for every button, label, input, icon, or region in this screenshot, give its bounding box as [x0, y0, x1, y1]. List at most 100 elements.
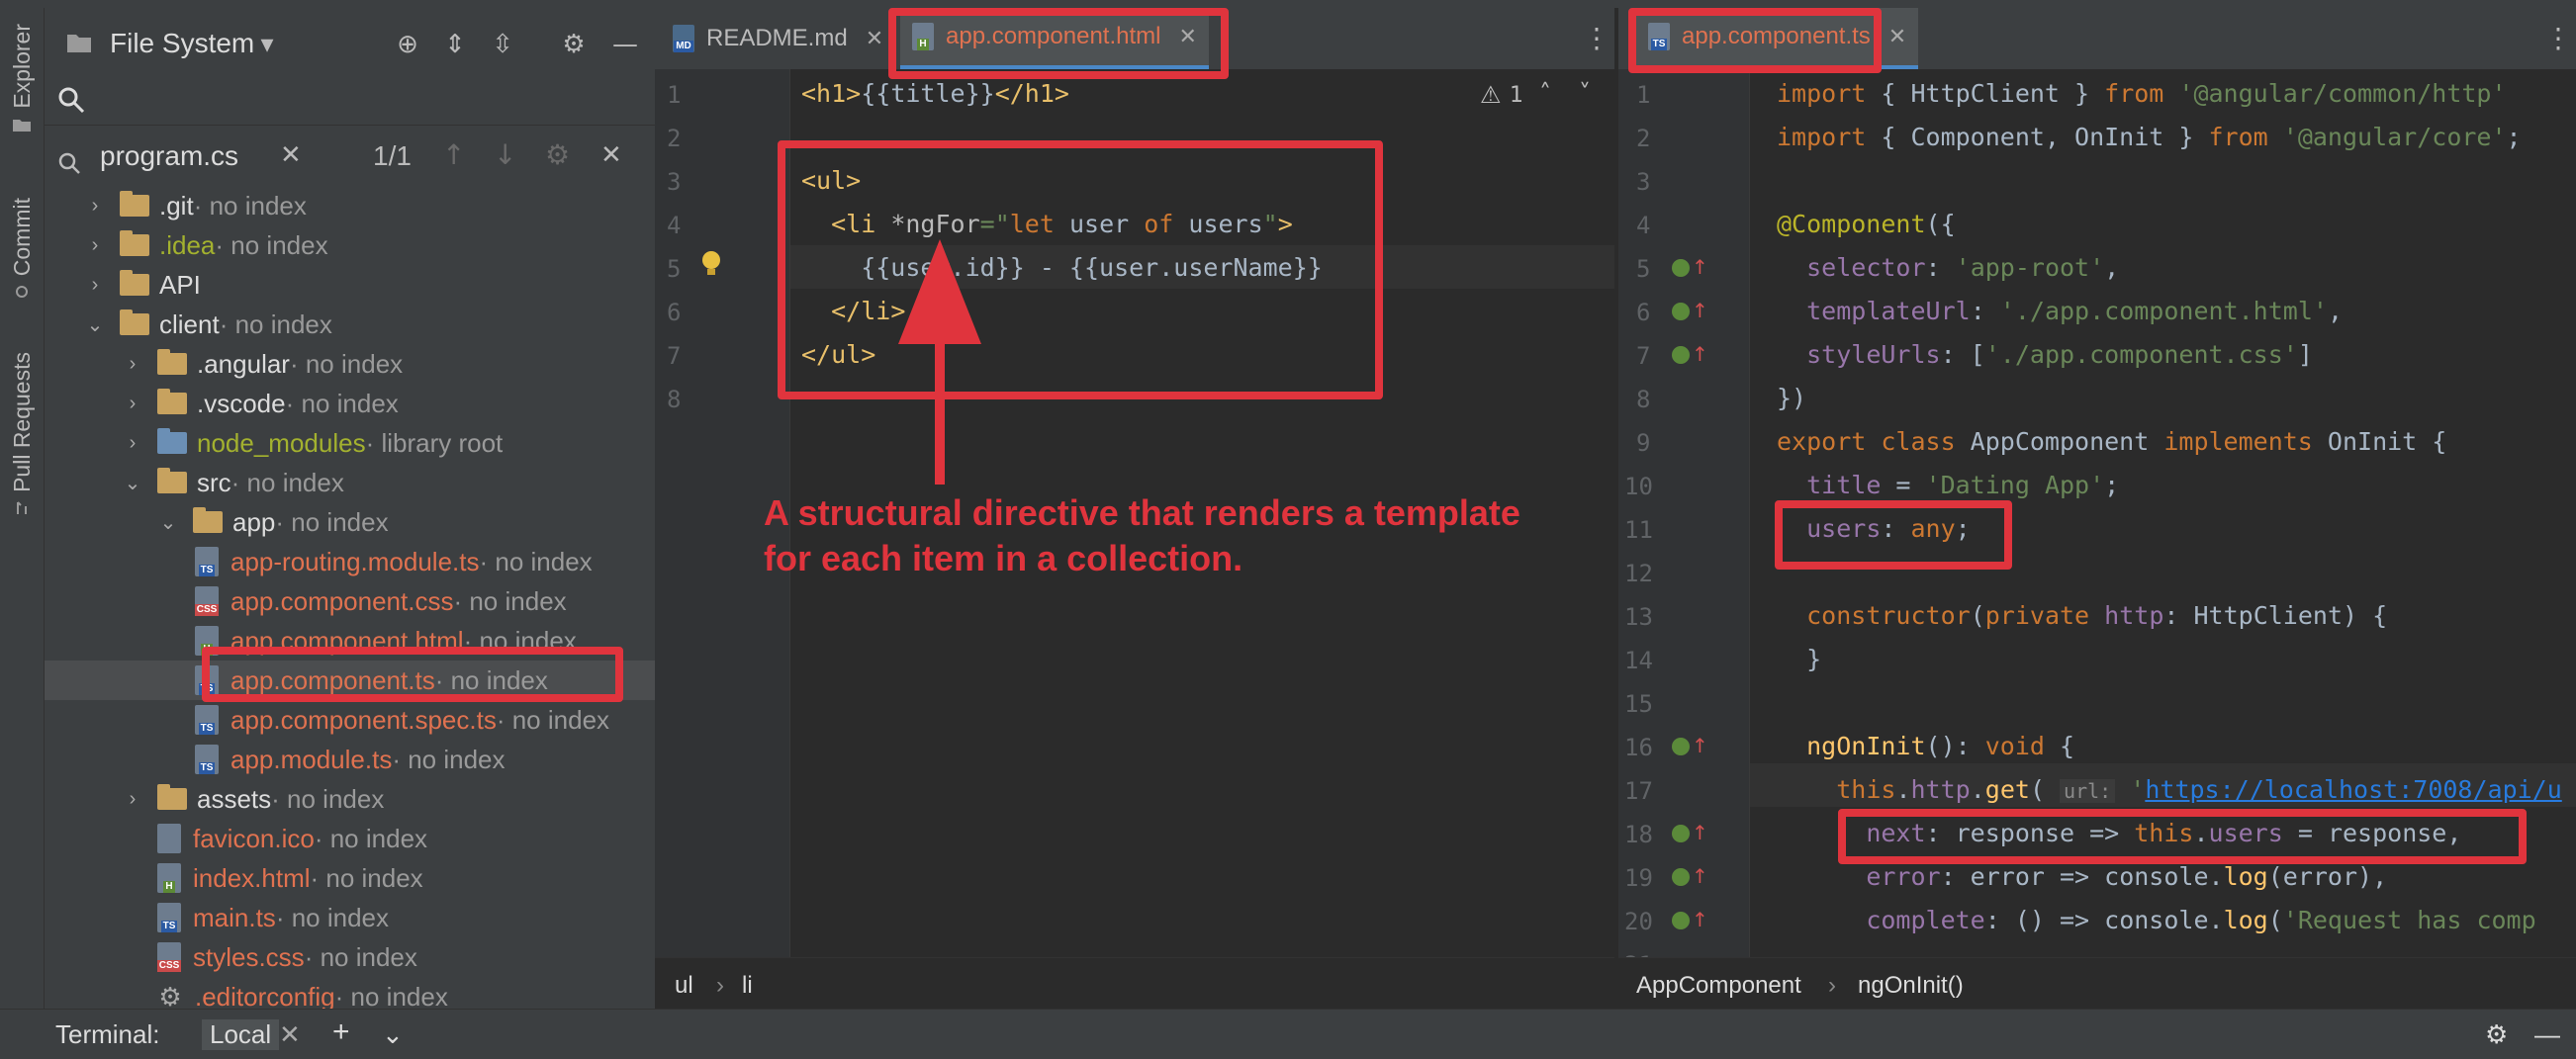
h-file-icon: H — [157, 863, 181, 893]
tree-item-label: app.component.css — [230, 585, 454, 616]
implements-marker-icon[interactable] — [1672, 303, 1690, 320]
clear-find-icon[interactable]: ✕ — [280, 140, 302, 170]
tree-item-note: · no index — [289, 348, 404, 379]
pull-requests-tab-label: Pull Requests — [8, 352, 35, 492]
tree-item[interactable]: ⌄ app · no index — [45, 502, 655, 542]
ts-line-2: import { Component, OnInit } from '@angu… — [1777, 123, 2522, 151]
search-icon — [58, 87, 85, 114]
tab-readme[interactable]: MD README.md ✕ — [673, 8, 883, 69]
chevron-down-icon[interactable]: ˅ — [1579, 79, 1591, 107]
more-tabs-icon[interactable]: ⋮ — [1583, 22, 1610, 54]
override-arrow-icon: ↑ — [1692, 255, 1708, 279]
close-tab-icon[interactable]: ✕ — [1888, 24, 1906, 49]
highlight-tree-file — [202, 647, 623, 702]
chevron-right-icon[interactable]: › — [84, 234, 106, 256]
annotation-text: A structural directive that renders a te… — [764, 490, 1614, 581]
annotation-arrow — [898, 239, 981, 485]
implements-marker-icon[interactable] — [1672, 868, 1690, 886]
tree-item[interactable]: › assets · no index — [45, 779, 655, 819]
tree-item[interactable]: › .git · no index — [45, 186, 655, 225]
locate-file-icon[interactable]: ⊕ — [391, 28, 424, 61]
ts-line-8: }) — [1777, 384, 1807, 412]
tree-item[interactable]: TS main.ts · no index — [45, 898, 655, 937]
gear-icon[interactable]: ⚙ — [2485, 1019, 2508, 1050]
implements-marker-icon[interactable] — [1672, 825, 1690, 842]
tree-item[interactable]: › node_modules · library root — [45, 423, 655, 463]
breadcrumb-li[interactable]: li — [742, 972, 753, 1000]
terminal-tab-local[interactable]: Local — [202, 1019, 280, 1050]
ts-file-icon: TS — [195, 547, 219, 576]
close-terminal-tab-icon[interactable]: ✕ — [279, 1019, 301, 1050]
tree-item[interactable]: favicon.ico · no index — [45, 819, 655, 858]
line-number: 4 — [1636, 212, 1651, 239]
tree-item[interactable]: Hindex.html · no index — [45, 858, 655, 898]
line-number: 17 — [1624, 777, 1653, 805]
chevron-down-icon[interactable]: ⌄ — [84, 313, 106, 336]
chevron-down-icon[interactable]: ⌄ — [382, 1019, 404, 1050]
tree-item-note: · no index — [334, 981, 448, 1012]
tree-item[interactable]: ⌄ src · no index — [45, 463, 655, 502]
chevron-right-icon[interactable]: › — [122, 393, 143, 414]
line-number: 15 — [1624, 690, 1653, 718]
chevron-right-icon[interactable]: › — [84, 274, 106, 296]
more-tabs-icon[interactable]: ⋮ — [2544, 22, 2572, 54]
implements-marker-icon[interactable] — [1672, 912, 1690, 929]
folder-icon — [120, 270, 149, 296]
chevron-down-icon[interactable]: ⌄ — [157, 511, 179, 534]
minimize-icon[interactable]: — — [608, 28, 642, 61]
tree-item[interactable]: ⌄ client · no index — [45, 305, 655, 344]
implements-marker-icon[interactable] — [1672, 738, 1690, 755]
breadcrumb-method[interactable]: ngOnInit() — [1858, 972, 1964, 1000]
tree-item[interactable]: › .angular · no index — [45, 344, 655, 384]
commit-tool-tab[interactable]: Commit — [0, 198, 44, 300]
explorer-tool-tab[interactable]: Explorer — [0, 24, 44, 132]
override-arrow-icon: ↑ — [1692, 342, 1708, 366]
chevron-right-icon[interactable]: › — [122, 353, 143, 375]
breadcrumb-class[interactable]: AppComponent — [1636, 972, 1801, 1000]
add-terminal-icon[interactable]: + — [332, 1015, 350, 1049]
warning-icon[interactable]: ⚠ — [1480, 81, 1502, 109]
close-tab-icon[interactable]: ✕ — [866, 26, 883, 51]
gear-icon[interactable]: ⚙ — [557, 28, 591, 61]
css-file-icon: CSS — [194, 586, 220, 616]
collapse-all-icon[interactable]: ⇳ — [486, 28, 519, 61]
next-match-icon[interactable]: ↓ — [494, 138, 516, 171]
tree-item[interactable]: TS app.module.ts · no index — [45, 740, 655, 779]
tree-item-label: .vscode — [197, 388, 286, 418]
implements-marker-icon[interactable] — [1672, 259, 1690, 277]
tree-item[interactable]: CSS app.component.css · no index — [45, 581, 655, 621]
chevron-down-icon[interactable]: ▾ — [250, 28, 284, 61]
tree-item[interactable]: TS app.component.spec.ts · no index — [45, 700, 655, 740]
tree-item[interactable]: › .idea · no index — [45, 225, 655, 265]
tree-item-note: · library root — [365, 427, 504, 458]
close-find-icon[interactable]: ✕ — [600, 140, 622, 170]
tree-item-note: · no index — [219, 309, 332, 339]
breadcrumb-ul[interactable]: ul — [675, 972, 693, 1000]
find-query-text[interactable]: program.cs — [100, 140, 238, 172]
tree-item-label: .angular — [197, 348, 290, 379]
tree-item[interactable]: › .vscode · no index — [45, 384, 655, 423]
line-number: 8 — [1636, 386, 1651, 413]
tree-item[interactable]: TS app-routing.module.ts · no index — [45, 542, 655, 581]
terminal-bar: Terminal: Local ✕ + ⌄ ⚙ — — [0, 1009, 2576, 1059]
chevron-down-icon[interactable]: ⌄ — [122, 472, 143, 494]
chevron-up-icon[interactable]: ˄ — [1539, 79, 1551, 107]
chevron-right-icon[interactable]: › — [122, 432, 143, 454]
tree-item-label: main.ts — [193, 902, 276, 932]
project-view-title[interactable]: File System — [110, 28, 254, 59]
lightbulb-icon[interactable] — [698, 249, 724, 279]
chevron-right-icon[interactable]: › — [122, 788, 143, 810]
pull-requests-tool-tab[interactable]: Pull Requests — [0, 352, 44, 516]
project-panel: File System ▾ ⊕ ⇕ ⇳ ⚙ — program.cs ✕ 1/1… — [45, 8, 655, 1012]
expand-all-icon[interactable]: ⇕ — [438, 28, 472, 61]
breadcrumb-separator: › — [716, 972, 724, 999]
tree-item[interactable]: › API — [45, 265, 655, 305]
search-row[interactable] — [45, 73, 655, 126]
chevron-right-icon[interactable]: › — [84, 195, 106, 217]
implements-marker-icon[interactable] — [1672, 346, 1690, 364]
minimize-icon[interactable]: — — [2534, 1019, 2560, 1050]
tree-item[interactable]: CSS styles.css · no index — [45, 937, 655, 977]
project-header: File System ▾ ⊕ ⇕ ⇳ ⚙ — — [45, 8, 655, 63]
previous-match-icon[interactable]: ↑ — [442, 138, 465, 171]
find-options-icon[interactable]: ⚙ — [545, 138, 570, 171]
